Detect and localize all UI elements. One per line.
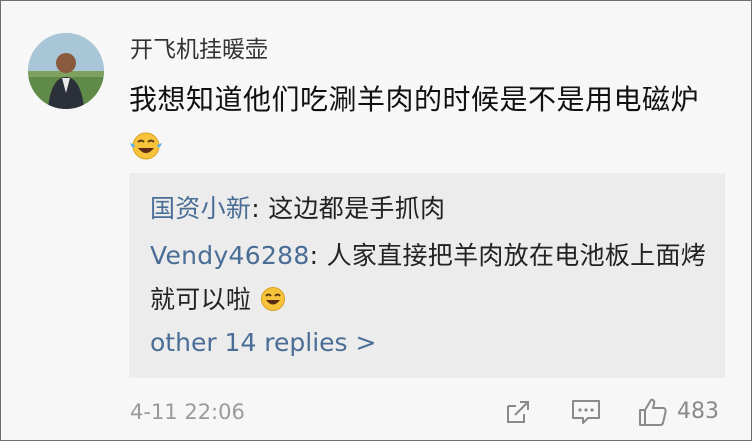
share-icon [507, 401, 529, 423]
laughing-emoji-icon [259, 282, 287, 311]
reply-author[interactable]: 国资小新 [150, 194, 251, 223]
username[interactable]: 开飞机挂暖壶 [130, 35, 268, 65]
reply-separator: : [309, 241, 327, 270]
comment-button[interactable] [570, 394, 602, 430]
more-replies-link[interactable]: other 14 replies > [150, 321, 376, 365]
like-button[interactable]: 483 [637, 394, 719, 430]
replies-panel: 国资小新: 这边都是手抓肉 Vendy46288: 人家直接把羊肉放在电池板上面… [129, 173, 725, 378]
crying-laughing-emoji-icon [129, 129, 163, 160]
like-count: 483 [677, 399, 719, 424]
comment-text: 我想知道他们吃涮羊肉的时候是不是用电磁炉 [129, 77, 719, 169]
share-button[interactable] [503, 394, 533, 430]
comment-icon [572, 400, 600, 424]
thumbs-up-icon [639, 398, 667, 426]
comment-timestamp: 4-11 22:06 [130, 400, 245, 424]
reply-text: 这边都是手抓肉 [268, 194, 446, 223]
reply-item: Vendy46288: 人家直接把羊肉放在电池板上面烤就可以啦 [150, 234, 710, 322]
comment-card: 开飞机挂暖壶 我想知道他们吃涮羊肉的时候是不是用电磁炉 国资小新: 这边都是手抓… [0, 0, 752, 441]
avatar-photo [28, 33, 104, 109]
reply-separator: : [251, 194, 269, 223]
reply-item: 国资小新: 这边都是手抓肉 [150, 187, 710, 231]
avatar[interactable] [28, 33, 104, 109]
reply-author[interactable]: Vendy46288 [150, 241, 310, 270]
comment-body: 我想知道他们吃涮羊肉的时候是不是用电磁炉 [129, 83, 700, 116]
